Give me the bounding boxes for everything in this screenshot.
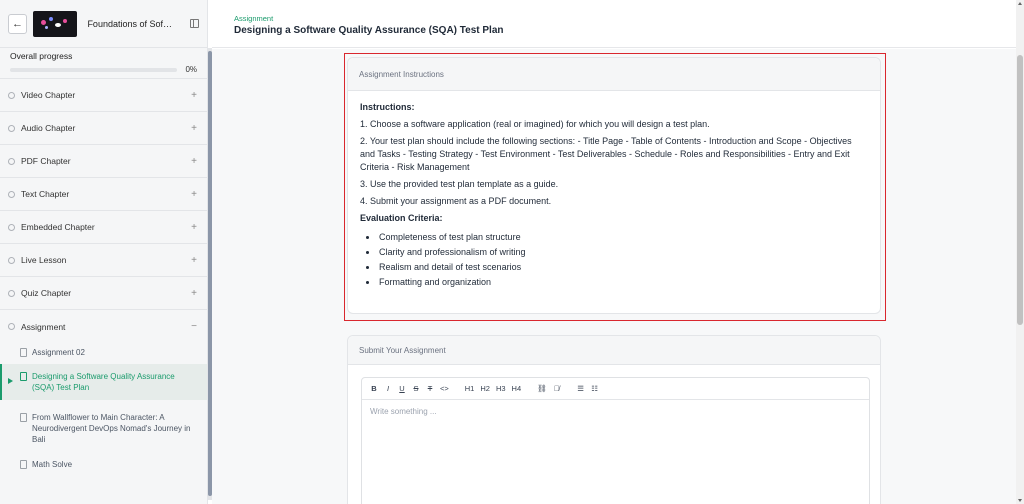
course-thumbnail (33, 10, 78, 37)
bullet-list-icon[interactable]: ☰ (577, 384, 585, 393)
expand-plus-icon[interactable]: + (189, 90, 199, 101)
status-circle-icon (8, 323, 15, 330)
chapter-embedded[interactable]: Embedded Chapter + (0, 211, 207, 244)
clear-format-button[interactable]: T (426, 384, 434, 393)
overall-progress: Overall progress 0% (0, 48, 207, 79)
course-sidebar: ← Foundations of Software Quality Assura… (0, 0, 208, 504)
chapter-audio[interactable]: Audio Chapter + (0, 112, 207, 145)
expand-plus-icon[interactable]: + (189, 189, 199, 200)
heading2-button[interactable]: H2 (480, 384, 490, 393)
editor-toolbar: B I U S T <> H1 H2 H3 H4 ⛓ ⛓̸ ☰ ☷ (362, 378, 869, 400)
heading4-button[interactable]: H4 (512, 384, 522, 393)
course-title: Foundations of Software Quality Assuranc… (87, 18, 174, 29)
document-icon (20, 413, 27, 422)
status-circle-icon (8, 190, 15, 198)
chapter-label: PDF Chapter (21, 156, 71, 166)
page-header: Assignment Designing a Software Quality … (212, 0, 1016, 48)
scroll-up-icon[interactable] (1018, 2, 1022, 5)
lesson-label: Assignment 02 (32, 347, 85, 357)
page-title: Designing a Software Quality Assurance (… (234, 25, 504, 36)
editor-input[interactable]: Write something ... (362, 400, 869, 423)
chapter-label: Assignment (21, 321, 66, 332)
chapter-quiz[interactable]: Quiz Chapter + (0, 277, 207, 310)
page-scrollbar[interactable] (1016, 0, 1024, 504)
lesson-item-assignment-02[interactable]: Assignment 02 (0, 340, 207, 364)
chapter-text[interactable]: Text Chapter + (0, 178, 207, 211)
back-button[interactable]: ← (8, 13, 28, 34)
chapter-pdf[interactable]: PDF Chapter + (0, 145, 207, 178)
link-icon[interactable]: ⛓ (537, 384, 547, 393)
italic-button[interactable]: I (384, 384, 392, 393)
chapter-label: Live Lesson (21, 255, 67, 265)
heading1-button[interactable]: H1 (465, 384, 475, 393)
sidebar-header: ← Foundations of Software Quality Assura… (0, 0, 207, 48)
rich-text-editor: B I U S T <> H1 H2 H3 H4 ⛓ ⛓̸ ☰ ☷ Write … (361, 377, 870, 504)
document-icon (20, 460, 27, 469)
heading3-button[interactable]: H3 (496, 384, 506, 393)
status-circle-icon (8, 91, 15, 99)
status-circle-icon (8, 157, 15, 165)
breadcrumb[interactable]: Assignment (234, 14, 1016, 23)
underline-button[interactable]: U (398, 384, 406, 393)
chapter-video[interactable]: Video Chapter + (0, 79, 207, 112)
expand-plus-icon[interactable]: + (189, 156, 199, 167)
expand-plus-icon[interactable]: + (189, 123, 199, 134)
ordered-list-icon[interactable]: ☷ (591, 384, 599, 393)
progress-bar (10, 67, 177, 72)
progress-label: Overall progress (10, 51, 73, 61)
unlink-icon[interactable]: ⛓̸ (553, 384, 561, 393)
play-icon (8, 378, 13, 384)
status-circle-icon (8, 223, 15, 231)
bold-button[interactable]: B (370, 384, 378, 393)
strikethrough-button[interactable]: S (412, 384, 420, 393)
lesson-label: Designing a Software Quality Assurance (… (32, 372, 175, 392)
status-circle-icon (8, 289, 15, 297)
expand-plus-icon[interactable]: + (189, 255, 199, 266)
expand-plus-icon[interactable]: + (189, 222, 199, 233)
chapter-live-lesson[interactable]: Live Lesson + (0, 244, 207, 277)
chapter-label: Embedded Chapter (21, 222, 95, 232)
lesson-label: From Wallflower to Main Character: A Neu… (32, 413, 191, 444)
progress-percent: 0% (185, 65, 197, 74)
sidebar-collapse-icon[interactable] (190, 19, 199, 28)
lesson-label: Math Solve (32, 459, 73, 469)
document-icon (20, 348, 27, 357)
main-content: Assignment Instructions Instructions: 1.… (212, 49, 1016, 504)
scroll-down-icon[interactable] (1018, 499, 1022, 502)
page-scrollbar-thumb[interactable] (1017, 55, 1023, 325)
status-circle-icon (8, 256, 15, 264)
document-icon (20, 372, 27, 381)
submit-assignment-card: Submit Your Assignment B I U S T <> H1 H… (347, 335, 881, 504)
chapter-label: Quiz Chapter (21, 288, 72, 298)
chapter-label: Text Chapter (21, 189, 70, 199)
arrow-left-icon: ← (12, 17, 23, 30)
lesson-item-math-solve[interactable]: Math Solve (0, 452, 207, 476)
code-button[interactable]: <> (440, 384, 449, 393)
highlight-box (344, 53, 886, 321)
chapter-label: Video Chapter (21, 90, 76, 100)
status-circle-icon (8, 124, 15, 132)
collapse-minus-icon[interactable]: − (189, 321, 199, 332)
lesson-item-wallflower[interactable]: From Wallflower to Main Character: A Neu… (0, 400, 207, 452)
lesson-item-sqa-test-plan[interactable]: Designing a Software Quality Assurance (… (0, 364, 207, 400)
card-heading: Submit Your Assignment (348, 336, 880, 365)
expand-plus-icon[interactable]: + (189, 288, 199, 299)
chapter-label: Audio Chapter (21, 123, 76, 133)
chapter-assignment[interactable]: Assignment − (0, 310, 207, 343)
